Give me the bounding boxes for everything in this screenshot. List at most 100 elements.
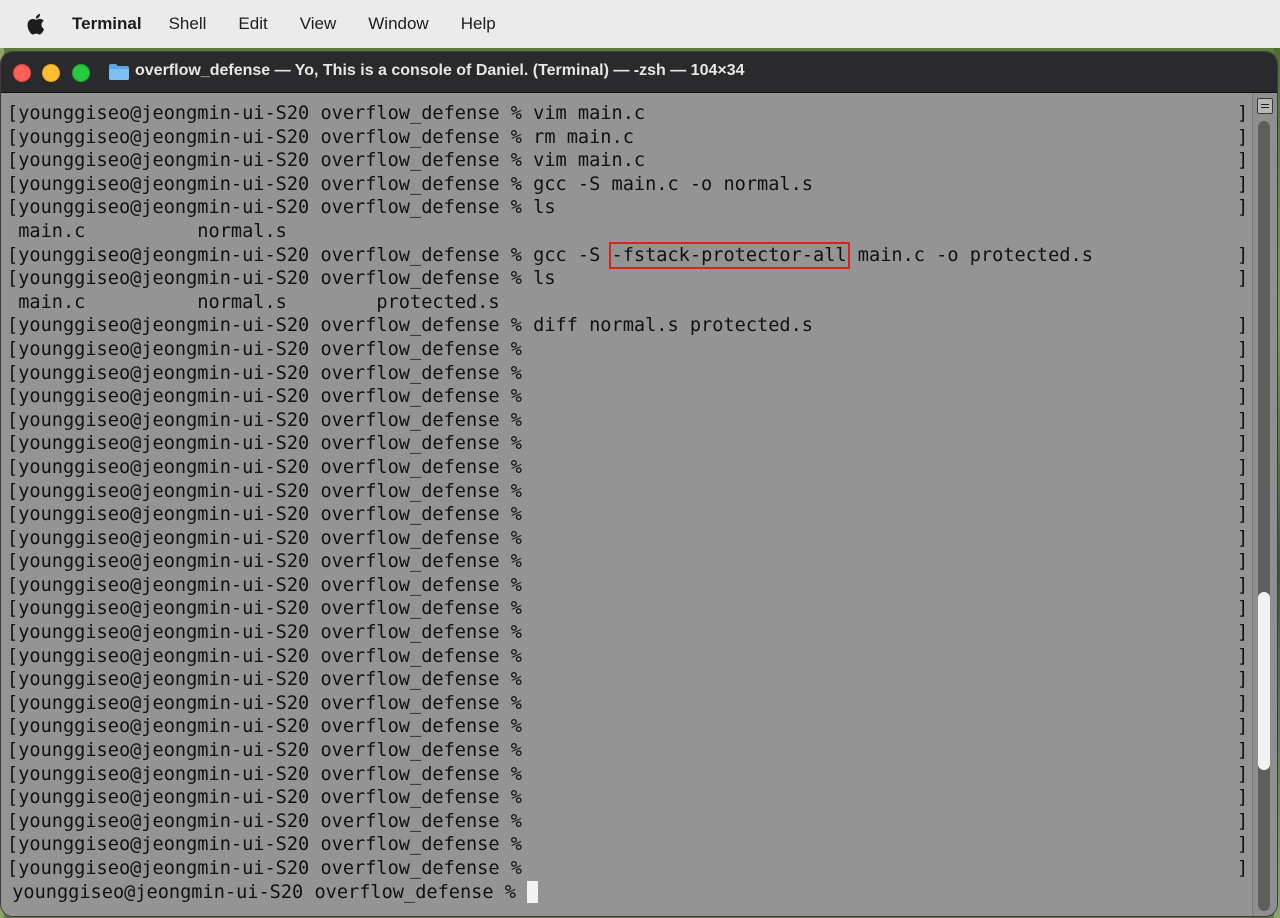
terminal-command-line: [younggiseo@jeongmin-ui-S20 overflow_def… <box>1 126 1253 150</box>
prompt: [younggiseo@jeongmin-ui-S20 overflow_def… <box>7 338 534 360</box>
prompt: [younggiseo@jeongmin-ui-S20 overflow_def… <box>7 574 534 596</box>
terminal-command-line: [younggiseo@jeongmin-ui-S20 overflow_def… <box>1 409 1253 433</box>
terminal-output-line: main.c normal.s protected.s <box>1 291 1253 315</box>
prompt: [younggiseo@jeongmin-ui-S20 overflow_def… <box>7 527 534 549</box>
line-end-bracket: ] <box>1237 338 1249 360</box>
line-end-bracket: ] <box>1237 692 1249 714</box>
line-end-bracket: ] <box>1237 716 1249 738</box>
terminal-command-line: [younggiseo@jeongmin-ui-S20 overflow_def… <box>1 786 1253 810</box>
minimize-button[interactable] <box>42 64 60 82</box>
line-end-bracket: ] <box>1237 197 1249 219</box>
prompt: [younggiseo@jeongmin-ui-S20 overflow_def… <box>7 551 534 573</box>
highlighted-flag: -fstack-protector-all <box>608 241 850 269</box>
terminal-command-line: [younggiseo@jeongmin-ui-S20 overflow_def… <box>1 550 1253 574</box>
line-end-bracket: ] <box>1237 244 1249 266</box>
command-text: gcc -S <box>533 244 612 266</box>
menu-edit[interactable]: Edit <box>238 14 267 34</box>
line-end-bracket: ] <box>1237 645 1249 667</box>
menu-window[interactable]: Window <box>368 14 428 34</box>
terminal-window: overflow_defense — Yo, This is a console… <box>1 52 1277 916</box>
apple-icon[interactable] <box>24 12 48 36</box>
command-text: ls <box>533 268 556 290</box>
output-text: main.c normal.s <box>7 220 287 242</box>
line-end-bracket: ] <box>1237 315 1249 337</box>
terminal-content[interactable]: [younggiseo@jeongmin-ui-S20 overflow_def… <box>1 93 1253 916</box>
line-end-bracket: ] <box>1237 456 1249 478</box>
terminal-command-line: [younggiseo@jeongmin-ui-S20 overflow_def… <box>1 385 1253 409</box>
line-end-bracket: ] <box>1237 433 1249 455</box>
line-end-bracket: ] <box>1237 551 1249 573</box>
menu-view[interactable]: View <box>300 14 337 34</box>
terminal-command-line: [younggiseo@jeongmin-ui-S20 overflow_def… <box>1 574 1253 598</box>
prompt: [younggiseo@jeongmin-ui-S20 overflow_def… <box>7 598 534 620</box>
output-text: main.c normal.s protected.s <box>7 291 500 313</box>
line-end-bracket: ] <box>1237 386 1249 408</box>
zoom-button[interactable] <box>72 64 90 82</box>
line-end-bracket: ] <box>1237 810 1249 832</box>
prompt: [younggiseo@jeongmin-ui-S20 overflow_def… <box>7 126 534 148</box>
terminal-command-line: [younggiseo@jeongmin-ui-S20 overflow_def… <box>1 102 1253 126</box>
menu-app-terminal[interactable]: Terminal <box>72 14 142 34</box>
terminal-command-line: [younggiseo@jeongmin-ui-S20 overflow_def… <box>1 241 1253 269</box>
prompt: [younggiseo@jeongmin-ui-S20 overflow_def… <box>7 386 534 408</box>
command-text: ls <box>533 197 556 219</box>
line-end-bracket: ] <box>1237 787 1249 809</box>
terminal-command-line: [younggiseo@jeongmin-ui-S20 overflow_def… <box>1 456 1253 480</box>
command-text: gcc -S main.c -o normal.s <box>533 173 814 195</box>
command-text: rm main.c <box>533 126 634 148</box>
prompt: [younggiseo@jeongmin-ui-S20 overflow_def… <box>7 244 534 266</box>
terminal-current-line[interactable]: younggiseo@jeongmin-ui-S20 overflow_defe… <box>1 880 1253 905</box>
line-end-bracket: ] <box>1237 574 1249 596</box>
prompt: [younggiseo@jeongmin-ui-S20 overflow_def… <box>7 622 534 644</box>
terminal-command-line: [younggiseo@jeongmin-ui-S20 overflow_def… <box>1 196 1253 220</box>
line-end-bracket: ] <box>1237 598 1249 620</box>
prompt: [younggiseo@jeongmin-ui-S20 overflow_def… <box>7 409 534 431</box>
prompt: [younggiseo@jeongmin-ui-S20 overflow_def… <box>7 740 534 762</box>
scrollbar[interactable] <box>1252 93 1277 916</box>
prompt: [younggiseo@jeongmin-ui-S20 overflow_def… <box>7 197 534 219</box>
terminal-command-line: [younggiseo@jeongmin-ui-S20 overflow_def… <box>1 338 1253 362</box>
prompt: [younggiseo@jeongmin-ui-S20 overflow_def… <box>7 787 534 809</box>
terminal-command-line: [younggiseo@jeongmin-ui-S20 overflow_def… <box>1 621 1253 645</box>
menu-help[interactable]: Help <box>461 14 496 34</box>
scroll-thumb[interactable] <box>1258 592 1270 770</box>
line-end-bracket: ] <box>1237 834 1249 856</box>
line-end-bracket: ] <box>1237 150 1249 172</box>
prompt: [younggiseo@jeongmin-ui-S20 overflow_def… <box>7 433 534 455</box>
window-title: overflow_defense — Yo, This is a console… <box>135 62 745 79</box>
menu-shell[interactable]: Shell <box>169 14 207 34</box>
folder-icon <box>109 64 129 80</box>
text-cursor <box>527 880 539 903</box>
close-button[interactable] <box>13 64 31 82</box>
line-end-bracket: ] <box>1237 173 1249 195</box>
prompt: [younggiseo@jeongmin-ui-S20 overflow_def… <box>7 268 534 290</box>
terminal-command-line: [younggiseo@jeongmin-ui-S20 overflow_def… <box>1 503 1253 527</box>
window-titlebar[interactable]: overflow_defense — Yo, This is a console… <box>1 52 1277 93</box>
line-end-bracket: ] <box>1237 622 1249 644</box>
terminal-command-line: [younggiseo@jeongmin-ui-S20 overflow_def… <box>1 645 1253 669</box>
terminal-command-line: [younggiseo@jeongmin-ui-S20 overflow_def… <box>1 362 1253 386</box>
terminal-command-line: [younggiseo@jeongmin-ui-S20 overflow_def… <box>1 715 1253 739</box>
terminal-command-line: [younggiseo@jeongmin-ui-S20 overflow_def… <box>1 692 1253 716</box>
command-text: diff normal.s protected.s <box>533 315 814 337</box>
prompt: [younggiseo@jeongmin-ui-S20 overflow_def… <box>7 173 534 195</box>
line-end-bracket: ] <box>1237 126 1249 148</box>
line-end-bracket: ] <box>1237 362 1249 384</box>
line-end-bracket: ] <box>1237 268 1249 290</box>
command-text: vim main.c <box>533 150 646 172</box>
line-end-bracket: ] <box>1237 669 1249 691</box>
scroll-track[interactable] <box>1258 121 1270 911</box>
terminal-command-line: [younggiseo@jeongmin-ui-S20 overflow_def… <box>1 267 1253 291</box>
prompt: [younggiseo@jeongmin-ui-S20 overflow_def… <box>7 858 534 879</box>
terminal-command-line: [younggiseo@jeongmin-ui-S20 overflow_def… <box>1 857 1253 881</box>
prompt: [younggiseo@jeongmin-ui-S20 overflow_def… <box>7 150 534 172</box>
split-pane-icon[interactable] <box>1257 98 1273 114</box>
prompt: [younggiseo@jeongmin-ui-S20 overflow_def… <box>7 763 534 785</box>
command-text: vim main.c <box>533 103 646 124</box>
prompt: [younggiseo@jeongmin-ui-S20 overflow_def… <box>7 456 534 478</box>
terminal-command-line: [younggiseo@jeongmin-ui-S20 overflow_def… <box>1 480 1253 504</box>
prompt: younggiseo@jeongmin-ui-S20 overflow_defe… <box>1 881 528 903</box>
line-end-bracket: ] <box>1237 409 1249 431</box>
prompt: [younggiseo@jeongmin-ui-S20 overflow_def… <box>7 480 534 502</box>
terminal-command-line: [younggiseo@jeongmin-ui-S20 overflow_def… <box>1 527 1253 551</box>
